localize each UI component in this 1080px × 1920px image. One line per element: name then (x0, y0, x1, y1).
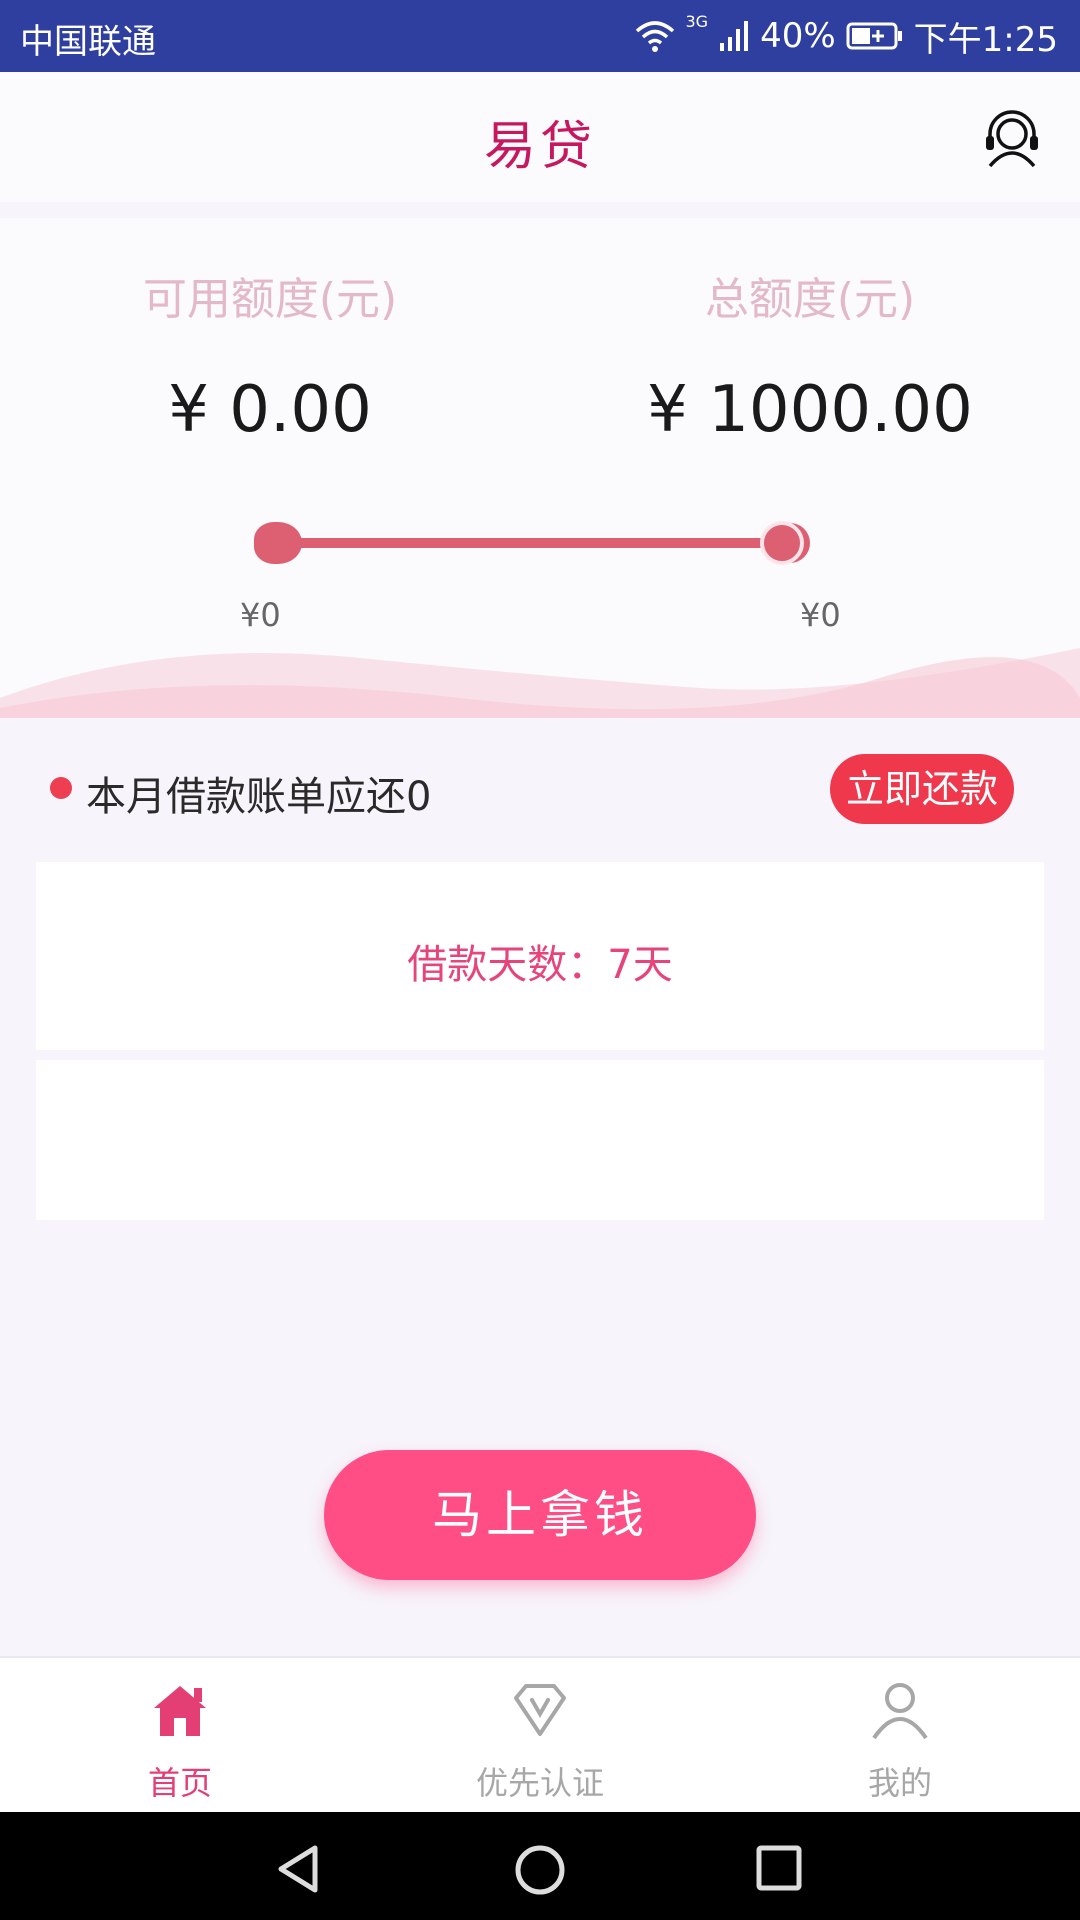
wifi-icon (636, 21, 675, 52)
empty-panel (36, 1060, 1044, 1220)
quota-card: 可用额度(元) 总额度(元) ¥ 0.00 ¥ 1000.00 ¥0 ¥0 (0, 218, 1080, 718)
nav-item-priority-verification[interactable]: 优先认证 (360, 1658, 720, 1814)
clock: 下午1:25 (913, 19, 1058, 60)
loan-days-text: 借款天数：7天 (407, 942, 673, 988)
nav-item-mine[interactable]: 我的 (720, 1658, 1080, 1814)
back-icon[interactable] (275, 1844, 325, 1894)
carrier-name: 中国联通 (20, 22, 156, 62)
nav-label-mine: 我的 (867, 1764, 932, 1802)
network-type-label: 3G (685, 12, 709, 31)
available-quota-value: ¥ 0.00 (168, 373, 372, 447)
amount-slider[interactable] (250, 518, 830, 568)
app-title: 易贷 (483, 117, 596, 177)
get-money-button[interactable]: 马上拿钱 (324, 1450, 756, 1580)
signal-icon (720, 21, 749, 51)
nav-label-priority-verification: 优先认证 (475, 1764, 604, 1802)
loan-days-panel: 借款天数：7天 (36, 862, 1044, 1050)
decorative-wave (0, 648, 1080, 718)
home-icon (154, 1686, 206, 1736)
monthly-bill-text: 本月借款账单应还0 (86, 774, 432, 820)
bottom-navigation: 首页 优先认证 我的 (0, 1656, 1080, 1814)
total-quota-label: 总额度(元) (704, 274, 916, 325)
available-quota-label: 可用额度(元) (142, 274, 398, 325)
diamond-v-icon (514, 1684, 566, 1736)
system-navigation-bar (0, 1812, 1080, 1920)
status-icons: 3G 40% 下午1:25 (635, 12, 1058, 60)
bill-indicator-dot (50, 777, 72, 799)
home-circle-icon[interactable] (514, 1844, 566, 1896)
status-bar: 中国联通 3G 40% 下午1:25 (0, 0, 1080, 72)
nav-label-home: 首页 (147, 1764, 212, 1802)
slider-max-handle[interactable] (760, 521, 804, 565)
customer-service-headset-icon[interactable] (980, 104, 1044, 168)
battery-percent: 40% (760, 16, 836, 56)
user-icon (872, 1683, 928, 1740)
slider-track (275, 538, 795, 548)
battery-charging-icon (846, 22, 902, 50)
repay-now-button[interactable]: 立即还款 (830, 754, 1014, 824)
total-quota-value: ¥ 1000.00 (647, 373, 973, 447)
slider-max-label: ¥0 (800, 596, 841, 634)
slider-min-label: ¥0 (240, 596, 281, 634)
recents-square-icon[interactable] (755, 1844, 803, 1892)
nav-item-home[interactable]: 首页 (0, 1658, 360, 1814)
slider-min-handle[interactable] (254, 522, 302, 564)
app-bar: 易贷 (0, 72, 1080, 202)
